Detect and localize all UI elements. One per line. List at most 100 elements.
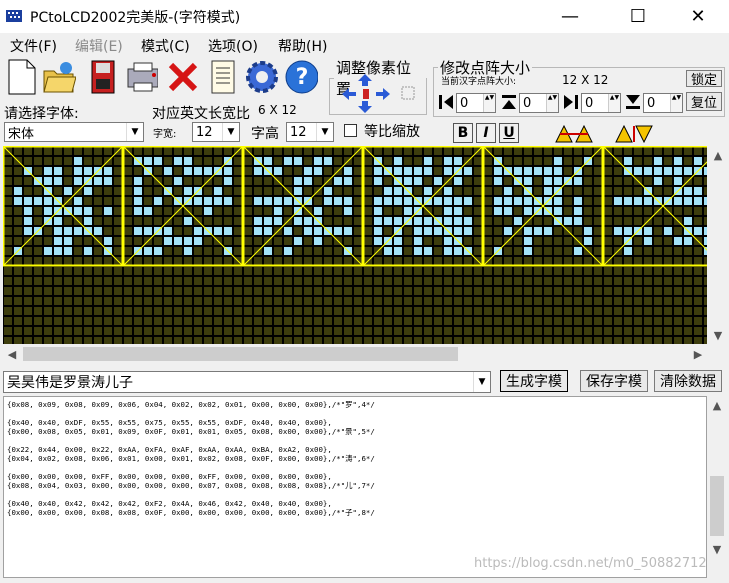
chevron-down-icon[interactable]: ▼ [473, 372, 490, 392]
pixel-on[interactable] [284, 197, 292, 205]
pixel-off[interactable] [584, 317, 592, 325]
pixel-off[interactable] [644, 207, 652, 215]
pixel-off[interactable] [4, 287, 12, 295]
pixel-on[interactable] [184, 237, 192, 245]
pixel-on[interactable] [214, 197, 222, 205]
pixel-off[interactable] [424, 317, 432, 325]
pixel-off[interactable] [344, 217, 352, 225]
pixel-off[interactable] [294, 307, 302, 315]
pixel-on[interactable] [144, 227, 152, 235]
pixel-off[interactable] [694, 297, 702, 305]
pixel-off[interactable] [674, 287, 682, 295]
pixel-off[interactable] [384, 227, 392, 235]
pixel-off[interactable] [574, 267, 582, 275]
pixel-off[interactable] [584, 287, 592, 295]
pixel-off[interactable] [474, 167, 482, 175]
pixel-off[interactable] [284, 207, 292, 215]
pixel-off[interactable] [464, 307, 472, 315]
pixel-off[interactable] [174, 287, 182, 295]
pixel-off[interactable] [324, 217, 332, 225]
pixel-off[interactable] [324, 247, 332, 255]
pixel-off[interactable] [304, 187, 312, 195]
pixel-off[interactable] [694, 337, 702, 344]
pixel-on[interactable] [574, 177, 582, 185]
pixel-off[interactable] [14, 217, 22, 225]
save-disk-icon[interactable] [86, 57, 120, 97]
pixel-off[interactable] [24, 307, 32, 315]
pixel-off[interactable] [604, 177, 612, 185]
pixel-off[interactable] [624, 267, 632, 275]
pixel-on[interactable] [684, 237, 692, 245]
pixel-off[interactable] [74, 297, 82, 305]
pixel-off[interactable] [484, 237, 492, 245]
pixel-off[interactable] [564, 307, 572, 315]
pixel-on[interactable] [544, 177, 552, 185]
pixel-off[interactable] [684, 277, 692, 285]
pixel-off[interactable] [234, 277, 242, 285]
pixel-off[interactable] [104, 197, 112, 205]
pixel-off[interactable] [584, 187, 592, 195]
pixel-off[interactable] [344, 257, 352, 265]
pixel-off[interactable] [324, 257, 332, 265]
pixel-off[interactable] [254, 317, 262, 325]
pixel-off[interactable] [544, 257, 552, 265]
pixel-on[interactable] [334, 177, 342, 185]
pixel-off[interactable] [544, 147, 552, 155]
pixel-on[interactable] [144, 157, 152, 165]
pixel-on[interactable] [284, 157, 292, 165]
pixel-off[interactable] [594, 247, 602, 255]
pixel-on[interactable] [504, 207, 512, 215]
pixel-off[interactable] [464, 177, 472, 185]
pixel-off[interactable] [114, 207, 122, 215]
pixel-off[interactable] [704, 217, 707, 225]
pixel-off[interactable] [594, 317, 602, 325]
pixel-off[interactable] [634, 337, 642, 344]
pixel-off[interactable] [264, 307, 272, 315]
pixel-off[interactable] [614, 327, 622, 335]
pixel-off[interactable] [434, 287, 442, 295]
pixel-off[interactable] [534, 307, 542, 315]
pixel-off[interactable] [34, 277, 42, 285]
pixel-off[interactable] [494, 307, 502, 315]
pixel-off[interactable] [274, 187, 282, 195]
pixel-off[interactable] [434, 327, 442, 335]
pixel-off[interactable] [514, 147, 522, 155]
pixel-off[interactable] [174, 267, 182, 275]
pixel-off[interactable] [424, 177, 432, 185]
pixel-on[interactable] [314, 227, 322, 235]
pixel-off[interactable] [704, 187, 707, 195]
pixel-off[interactable] [144, 257, 152, 265]
trim-top-icon[interactable] [500, 93, 518, 111]
pixel-off[interactable] [434, 297, 442, 305]
pixel-on[interactable] [384, 197, 392, 205]
pixel-off[interactable] [324, 147, 332, 155]
pixel-on[interactable] [214, 187, 222, 195]
pixel-off[interactable] [324, 267, 332, 275]
pixel-off[interactable] [524, 257, 532, 265]
pixel-off[interactable] [164, 327, 172, 335]
pixel-off[interactable] [544, 157, 552, 165]
pixel-on[interactable] [314, 207, 322, 215]
pixel-off[interactable] [354, 277, 362, 285]
pixel-off[interactable] [674, 267, 682, 275]
pixel-off[interactable] [294, 277, 302, 285]
lock-button[interactable]: 锁定 [686, 70, 722, 88]
pixel-off[interactable] [124, 217, 132, 225]
pixel-off[interactable] [234, 247, 242, 255]
scroll-thumb[interactable] [710, 476, 724, 536]
pixel-on[interactable] [684, 197, 692, 205]
pixel-on[interactable] [84, 217, 92, 225]
pixel-off[interactable] [114, 247, 122, 255]
pixel-off[interactable] [504, 267, 512, 275]
pixel-off[interactable] [474, 217, 482, 225]
pixel-off[interactable] [584, 257, 592, 265]
pixel-off[interactable] [184, 317, 192, 325]
pixel-on[interactable] [284, 247, 292, 255]
pixel-off[interactable] [474, 277, 482, 285]
pixel-off[interactable] [94, 317, 102, 325]
pixel-off[interactable] [264, 297, 272, 305]
pixel-off[interactable] [434, 207, 442, 215]
pixel-off[interactable] [534, 297, 542, 305]
pixel-off[interactable] [644, 247, 652, 255]
pixel-off[interactable] [144, 187, 152, 195]
